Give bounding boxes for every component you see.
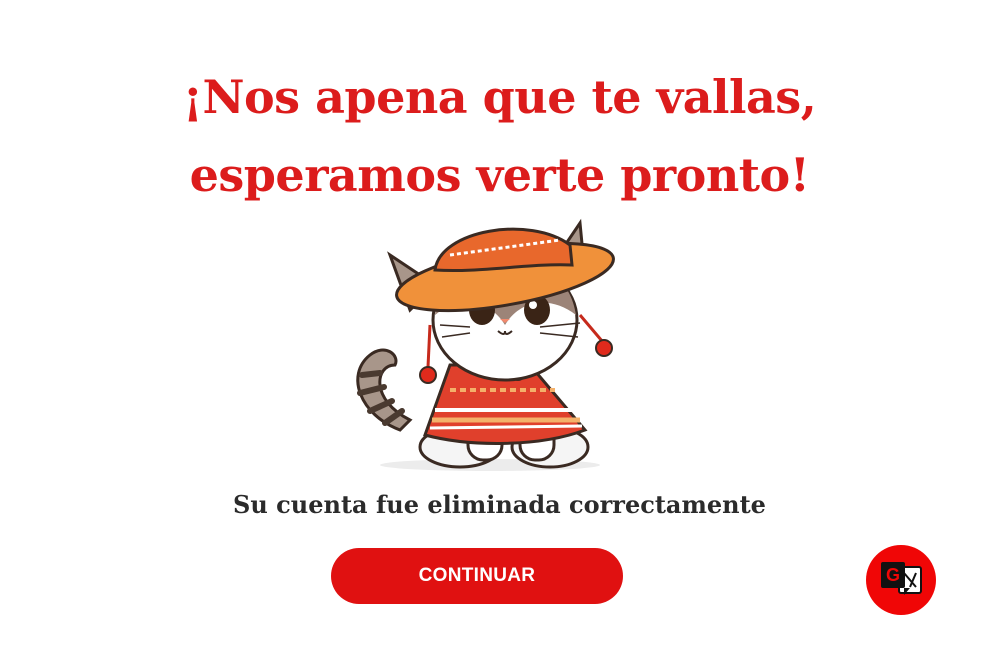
title-line-1: ¡Nos apena que te vallas, bbox=[182, 70, 817, 124]
svg-text:G: G bbox=[886, 565, 900, 585]
translate-button[interactable]: G bbox=[866, 545, 936, 615]
cat-illustration bbox=[340, 215, 640, 473]
success-message: Su cuenta fue eliminada correctamente bbox=[233, 490, 766, 519]
title-line-2: esperamos verte pronto! bbox=[189, 148, 810, 202]
account-deleted-page: ¡Nos apena que te vallas, esperamos vert… bbox=[0, 0, 999, 646]
page-title: ¡Nos apena que te vallas, esperamos vert… bbox=[0, 58, 999, 214]
continue-button[interactable]: CONTINUAR bbox=[331, 548, 623, 604]
google-translate-icon: G bbox=[866, 545, 936, 615]
